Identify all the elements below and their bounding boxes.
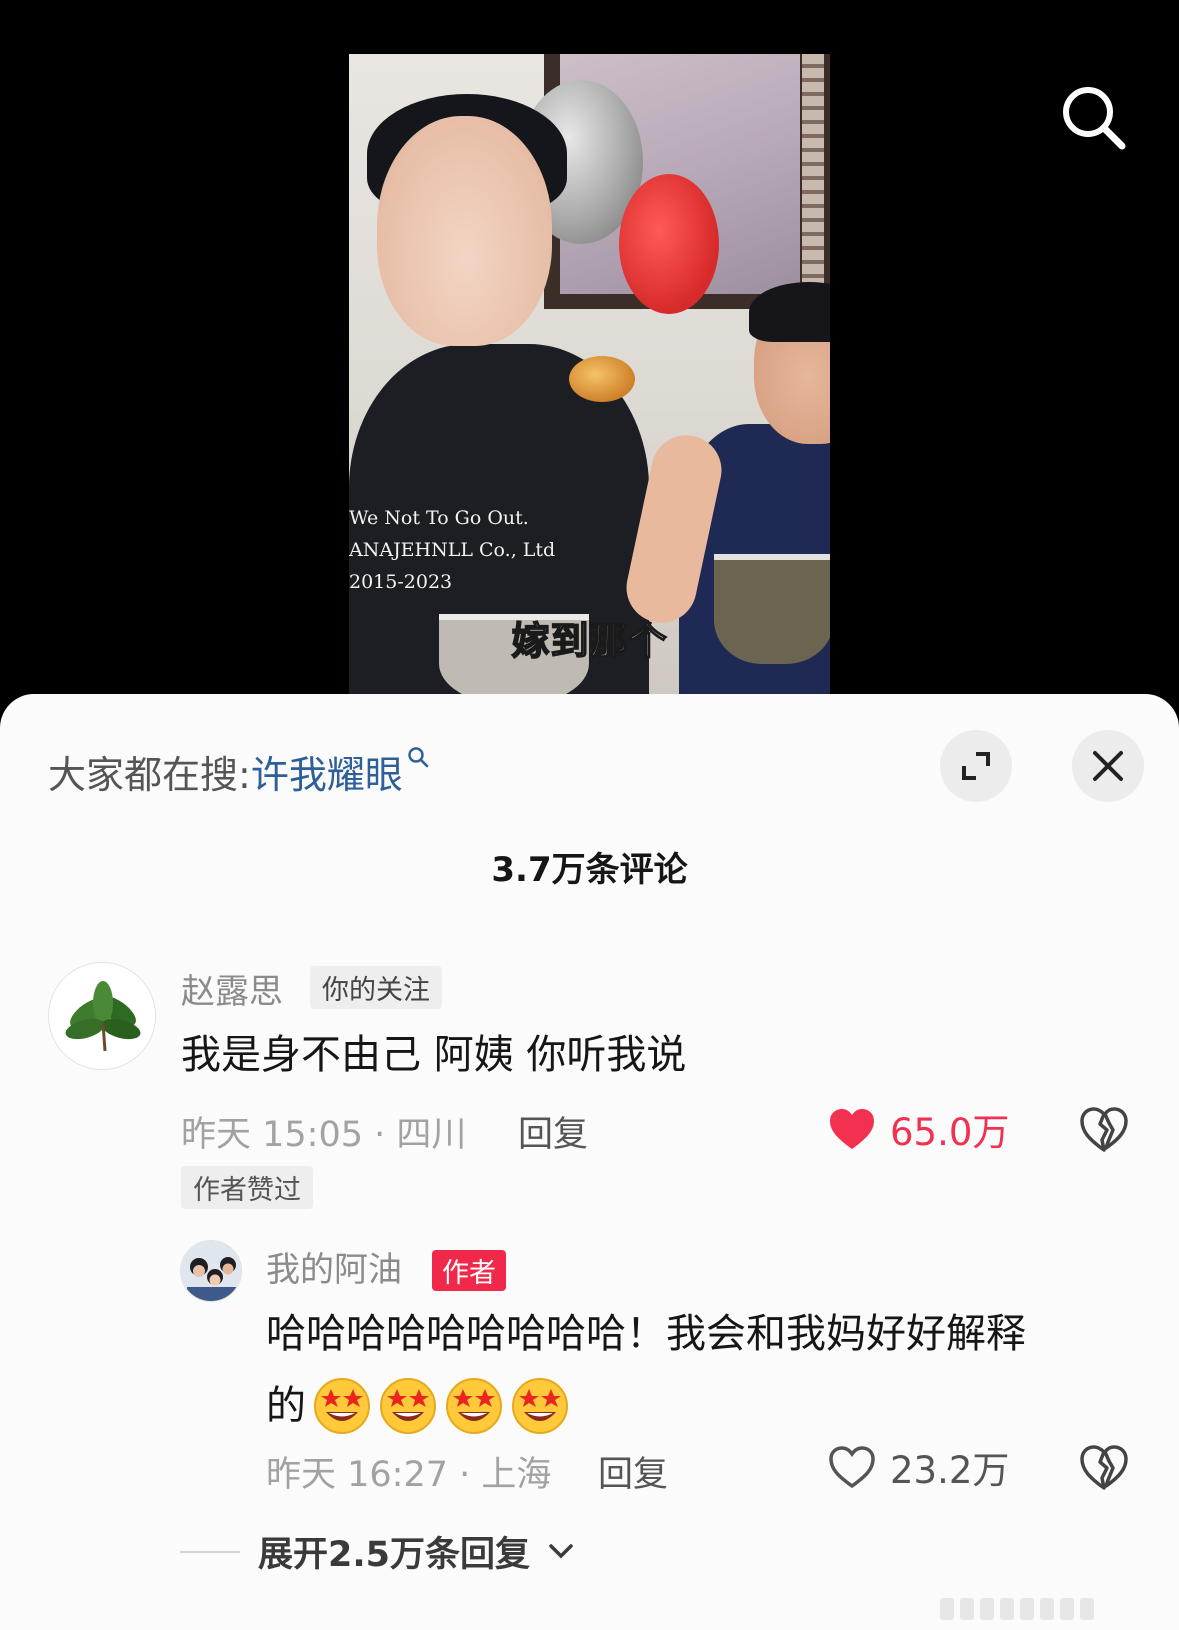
comment-count: 3.7万条评论	[491, 850, 688, 890]
star-struck-emoji-icon	[380, 1378, 436, 1434]
divider	[180, 1550, 240, 1553]
video-player[interactable]: We Not To Go Out. ANAJEHNLL Co., Ltd 201…	[0, 0, 1179, 700]
group-photo-avatar-icon	[181, 1241, 241, 1301]
heart-outline-icon	[829, 1446, 875, 1489]
food-item	[569, 356, 635, 402]
shirt-print: We Not To Go Out. ANAJEHNLL Co., Ltd 201…	[349, 507, 556, 593]
avatar[interactable]	[180, 1240, 242, 1302]
search-icon[interactable]	[1058, 82, 1128, 152]
star-struck-emoji-icon	[314, 1378, 370, 1434]
watermark	[940, 1594, 1170, 1624]
close-icon	[1093, 751, 1123, 781]
hot-search-bar[interactable]: 大家都在搜: 许我耀眼	[48, 744, 429, 799]
comment-meta: 昨天 15:05 · 四川	[181, 1115, 467, 1155]
video-frame[interactable]: We Not To Go Out. ANAJEHNLL Co., Ltd 201…	[349, 54, 830, 694]
heart-filled-icon	[830, 1109, 874, 1149]
reply-button[interactable]: 回复	[518, 1106, 588, 1157]
expand-replies-label: 展开2.5万条回复	[258, 1535, 531, 1575]
search-icon	[408, 747, 429, 768]
like-count: 65.0万	[890, 1111, 1010, 1154]
close-button[interactable]	[1072, 730, 1144, 802]
username[interactable]: 赵露思	[181, 964, 283, 1013]
chevron-down-icon	[549, 1543, 573, 1558]
broken-heart-icon[interactable]	[1078, 1106, 1130, 1154]
hot-search-prefix: 大家都在搜:	[48, 753, 251, 797]
avatar[interactable]	[48, 962, 156, 1070]
author-badge: 作者	[432, 1250, 506, 1291]
hot-search-term[interactable]: 许我耀眼	[251, 744, 403, 799]
comment-meta: 昨天 16:27 · 上海	[266, 1455, 552, 1495]
red-basin	[619, 174, 719, 314]
video-subtitle: 嫁到那个	[511, 618, 668, 664]
comment-sheet: 大家都在搜: 许我耀眼 3.7万条评论 赵露思 你的关注 我是身不由己 阿姨 你…	[0, 694, 1179, 1630]
expand-replies-button[interactable]: 展开2.5万条回复	[180, 1526, 574, 1577]
star-struck-emoji-icon	[512, 1378, 568, 1434]
author-liked-badge: 作者赞过	[181, 1166, 313, 1209]
leaf-avatar-icon	[49, 963, 155, 1069]
like-button[interactable]: 65.0万	[828, 1102, 1009, 1156]
comment-text[interactable]: 哈哈哈哈哈哈哈哈哈！我会和我妈好好解释 的	[266, 1298, 1026, 1442]
following-badge: 你的关注	[310, 966, 442, 1009]
username[interactable]: 我的阿油	[266, 1242, 402, 1291]
broken-heart-icon[interactable]	[1078, 1444, 1130, 1492]
expand-icon	[962, 752, 990, 780]
star-struck-emoji-icon	[446, 1378, 502, 1434]
like-count: 23.2万	[890, 1449, 1010, 1492]
expand-button[interactable]	[940, 730, 1012, 802]
comment-text[interactable]: 我是身不由己 阿姨 你听我说	[181, 1022, 686, 1080]
like-button[interactable]: 23.2万	[828, 1440, 1009, 1494]
reply-button[interactable]: 回复	[598, 1446, 668, 1497]
